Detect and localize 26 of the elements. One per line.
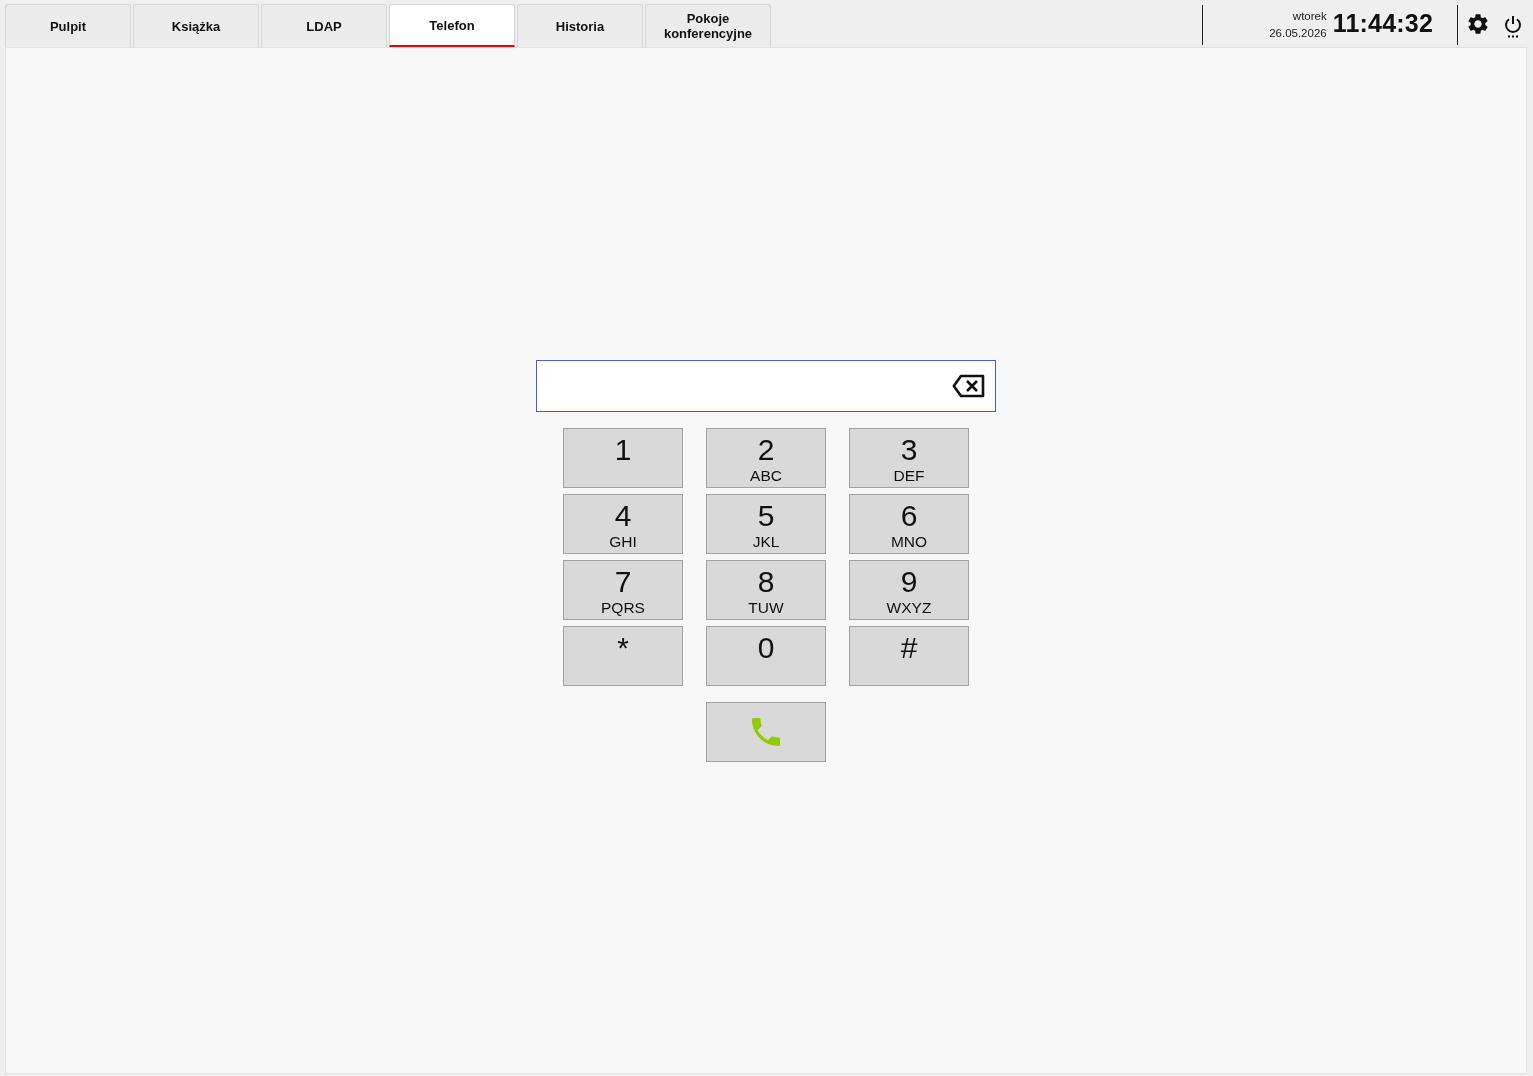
tab[interactable]: Pokoje konferencyjne [645, 4, 771, 47]
dial-key[interactable]: 0 [706, 625, 826, 686]
tab[interactable]: Telefon [389, 4, 515, 47]
tab[interactable]: Książka [133, 4, 259, 47]
clock-time: 11:44:32 [1332, 9, 1433, 39]
dial-key[interactable]: 5 JKL [706, 493, 826, 554]
backspace-icon[interactable] [952, 373, 985, 398]
dial-key[interactable]: # [849, 625, 969, 686]
weekday-text: wtorek [1292, 8, 1327, 24]
dial-input-field[interactable] [536, 359, 996, 412]
date-text: 26.05.2026 [1269, 25, 1327, 41]
dial-key[interactable]: 7 PQRS [563, 559, 683, 620]
dial-key[interactable]: 4 GHI [563, 493, 683, 554]
dial-key[interactable]: 9 WXYZ [849, 559, 969, 620]
dial-key[interactable]: 8 TUW [706, 559, 826, 620]
settings-icon[interactable] [1468, 14, 1488, 34]
tab[interactable]: Pulpit [5, 4, 131, 47]
tab[interactable]: LDAP [261, 4, 387, 47]
dial-key[interactable]: * [563, 625, 683, 686]
dial-key[interactable]: 2 ABC [706, 427, 826, 488]
dial-key[interactable]: 3 DEF [849, 427, 969, 488]
dial-key[interactable]: 6 MNO [849, 493, 969, 554]
phone-icon [752, 717, 780, 746]
dial-key[interactable]: 1 [563, 427, 683, 488]
power-icon[interactable] [1504, 14, 1522, 38]
tab[interactable]: Historia [517, 4, 643, 47]
